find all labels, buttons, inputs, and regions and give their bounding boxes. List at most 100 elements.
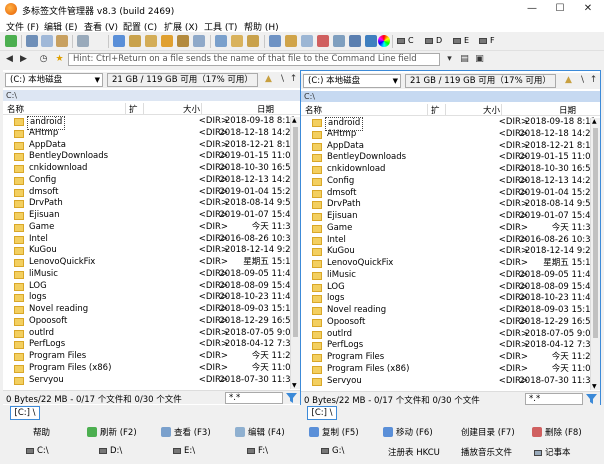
table-row[interactable]: Config <DIR> 2018-12-13 14:28 xyxy=(3,175,300,187)
left-scrollbar[interactable]: ▲ ▼ xyxy=(290,117,300,389)
console-icon[interactable] xyxy=(333,35,345,47)
table-row[interactable]: android <DIR> 2018-09-18 8:11 xyxy=(3,116,300,130)
command-dropdown-icon[interactable]: ▾ xyxy=(444,54,455,65)
rename-icon[interactable] xyxy=(285,35,297,47)
refresh-icon[interactable] xyxy=(5,35,17,47)
table-row[interactable]: liMusic <DIR> 2018-09-05 11:41 xyxy=(3,269,300,281)
shortcut-play-music[interactable]: 播放音乐文件 xyxy=(461,446,512,458)
table-row[interactable]: Servyou <DIR> 2018-07-30 11:33 xyxy=(3,375,300,387)
table-row[interactable]: Program Files (x86) <DIR> 今天 11:08 xyxy=(301,364,600,376)
table-row[interactable]: Config <DIR> 2018-12-13 14:28 xyxy=(301,176,600,188)
refresh-button[interactable]: 刷新 (F2) xyxy=(87,426,137,440)
table-row[interactable]: PerfLogs <DIR> 2018-04-12 7:38 xyxy=(301,340,600,352)
list-icon[interactable] xyxy=(113,35,125,47)
table-row[interactable]: Novel reading <DIR> 2018-09-03 15:19 xyxy=(301,305,600,317)
split-icon[interactable] xyxy=(301,35,313,47)
parent-dir-icon[interactable]: ↑ xyxy=(288,74,299,85)
table-row[interactable]: dmsoft <DIR> 2019-01-04 15:26 xyxy=(301,188,600,200)
view-button[interactable]: 查看 (F3) xyxy=(161,426,211,440)
shortcut-registry[interactable]: 注册表 HKCU xyxy=(388,446,440,458)
shortcut-drive-g[interactable]: G:\ xyxy=(321,446,344,456)
column-size[interactable]: 大小 xyxy=(183,103,200,115)
shortcut-drive-c[interactable]: C:\ xyxy=(26,446,49,456)
word-icon[interactable] xyxy=(365,35,377,47)
folder-sync-icon[interactable] xyxy=(231,35,243,47)
table-row[interactable]: outlrd <DIR> 2018-07-05 9:04 xyxy=(3,328,300,340)
table-row[interactable]: LenovoQuickFix <DIR> 星期五 15:13 xyxy=(3,257,300,269)
filter-funnel-icon[interactable] xyxy=(286,393,297,403)
table-row[interactable]: dmsoft <DIR> 2019-01-04 15:26 xyxy=(3,187,300,199)
zip-icon[interactable] xyxy=(145,35,157,47)
table-row[interactable]: Opoosoft <DIR> 2018-12-29 16:59 xyxy=(301,317,600,329)
compare-icon[interactable] xyxy=(193,35,205,47)
table-row[interactable]: cnkidownload <DIR> 2018-10-30 16:59 xyxy=(3,163,300,175)
table-row[interactable]: Program Files (x86) <DIR> 今天 11:08 xyxy=(3,363,300,375)
table-row[interactable]: LenovoQuickFix <DIR> 星期五 15:13 xyxy=(301,258,600,270)
favorites-star-icon[interactable]: ★ xyxy=(54,54,65,65)
move-button[interactable]: 移动 (F6) xyxy=(383,426,433,440)
table-row[interactable]: BentleyDownloads <DIR> 2019-01-15 11:00 xyxy=(301,152,600,164)
right-drive-select[interactable]: (C:) 本地磁盘 ▼ xyxy=(303,74,401,88)
table-row[interactable]: LOG <DIR> 2018-08-09 15:44 xyxy=(301,282,600,294)
copy-button[interactable]: 复制 (F5) xyxy=(309,426,359,440)
color-icon[interactable] xyxy=(378,35,390,47)
right-scrollbar[interactable]: ▲ ▼ xyxy=(590,118,600,390)
column-size[interactable]: 大小 xyxy=(483,104,500,116)
filter-funnel-icon[interactable] xyxy=(586,394,597,404)
shortcut-drive-f[interactable]: F:\ xyxy=(247,446,268,456)
left-filter-input[interactable]: *.* xyxy=(225,392,283,404)
toolbar-drive-c[interactable]: C xyxy=(397,36,414,45)
column-date[interactable]: 日期 xyxy=(257,103,274,115)
table-row[interactable]: Opoosoft <DIR> 2018-12-29 16:59 xyxy=(3,316,300,328)
help-button[interactable]: 帮助 xyxy=(33,426,50,440)
table-row[interactable]: AHtmp <DIR> 2018-12-18 14:29 xyxy=(301,129,600,141)
table-row[interactable]: DrvPath <DIR> 2018-08-14 9:57 xyxy=(3,198,300,210)
package-icon[interactable] xyxy=(161,35,173,47)
folder-icon[interactable] xyxy=(247,35,259,47)
maximize-button[interactable]: ☐ xyxy=(546,0,574,18)
folder-up-icon[interactable]: ▲ xyxy=(263,74,274,85)
ftp-icon[interactable] xyxy=(269,35,281,47)
table-row[interactable]: Program Files <DIR> 今天 11:26 xyxy=(301,352,600,364)
table-row[interactable]: Program Files <DIR> 今天 11:26 xyxy=(3,351,300,363)
cut-icon[interactable] xyxy=(26,35,38,47)
forward-icon[interactable]: ▶ xyxy=(18,54,29,65)
paste-icon[interactable] xyxy=(56,35,68,47)
toolbar-drive-f[interactable]: F xyxy=(479,36,495,45)
cmd-prompt-icon[interactable]: ▣ xyxy=(474,54,485,65)
tab-left-c[interactable]: [C:] \ xyxy=(10,406,40,420)
table-row[interactable]: AppData <DIR> 2018-12-21 8:16 xyxy=(301,141,600,153)
root-icon[interactable]: \ xyxy=(577,75,588,86)
history-icon[interactable]: ◷ xyxy=(38,54,49,65)
table-row[interactable]: android <DIR> 2018-09-18 8:11 xyxy=(301,117,600,131)
table-row[interactable]: KuGou <DIR> 2018-12-14 9:29 xyxy=(3,245,300,257)
table-row[interactable]: Intel <DIR> 2016-08-26 10:34 xyxy=(301,235,600,247)
table-row[interactable]: logs <DIR> 2018-10-23 11:49 xyxy=(301,293,600,305)
copy-icon[interactable] xyxy=(41,35,53,47)
extract-icon[interactable] xyxy=(177,35,189,47)
column-name[interactable]: 名称 xyxy=(7,103,24,115)
command-line-input[interactable]: Hint: Ctrl+Return on a file sends the na… xyxy=(68,53,440,66)
left-drive-select[interactable]: (C:) 本地磁盘 ▼ xyxy=(5,73,103,87)
table-row[interactable]: logs <DIR> 2018-10-23 11:49 xyxy=(3,292,300,304)
archive-icon[interactable] xyxy=(129,35,141,47)
table-row[interactable]: Servyou <DIR> 2018-07-30 11:33 xyxy=(301,376,600,388)
table-row[interactable]: outlrd <DIR> 2018-07-05 9:04 xyxy=(301,329,600,341)
search-icon[interactable] xyxy=(215,35,227,47)
view-mode-icon[interactable] xyxy=(77,35,89,47)
toolbar-drive-d[interactable]: D xyxy=(425,36,442,45)
table-row[interactable]: Game <DIR> 今天 11:36 xyxy=(301,223,600,235)
shortcut-drive-e[interactable]: E:\ xyxy=(173,446,195,456)
folder-up-icon[interactable]: ▲ xyxy=(563,75,574,86)
column-name[interactable]: 名称 xyxy=(305,104,322,116)
table-row[interactable]: Intel <DIR> 2016-08-26 10:34 xyxy=(3,234,300,246)
column-ext[interactable]: 扩 xyxy=(129,103,138,115)
right-path-bar[interactable]: C:\ xyxy=(301,91,600,102)
delete-icon[interactable] xyxy=(317,35,329,47)
parent-dir-icon[interactable]: ↑ xyxy=(588,75,599,86)
table-row[interactable]: Ejisuan <DIR> 2019-01-07 15:44 xyxy=(301,211,600,223)
table-row[interactable]: liMusic <DIR> 2018-09-05 11:41 xyxy=(301,270,600,282)
table-row[interactable]: DrvPath <DIR> 2018-08-14 9:57 xyxy=(301,199,600,211)
column-date[interactable]: 日期 xyxy=(559,104,576,116)
tab-right-c[interactable]: [C:] \ xyxy=(307,406,337,420)
